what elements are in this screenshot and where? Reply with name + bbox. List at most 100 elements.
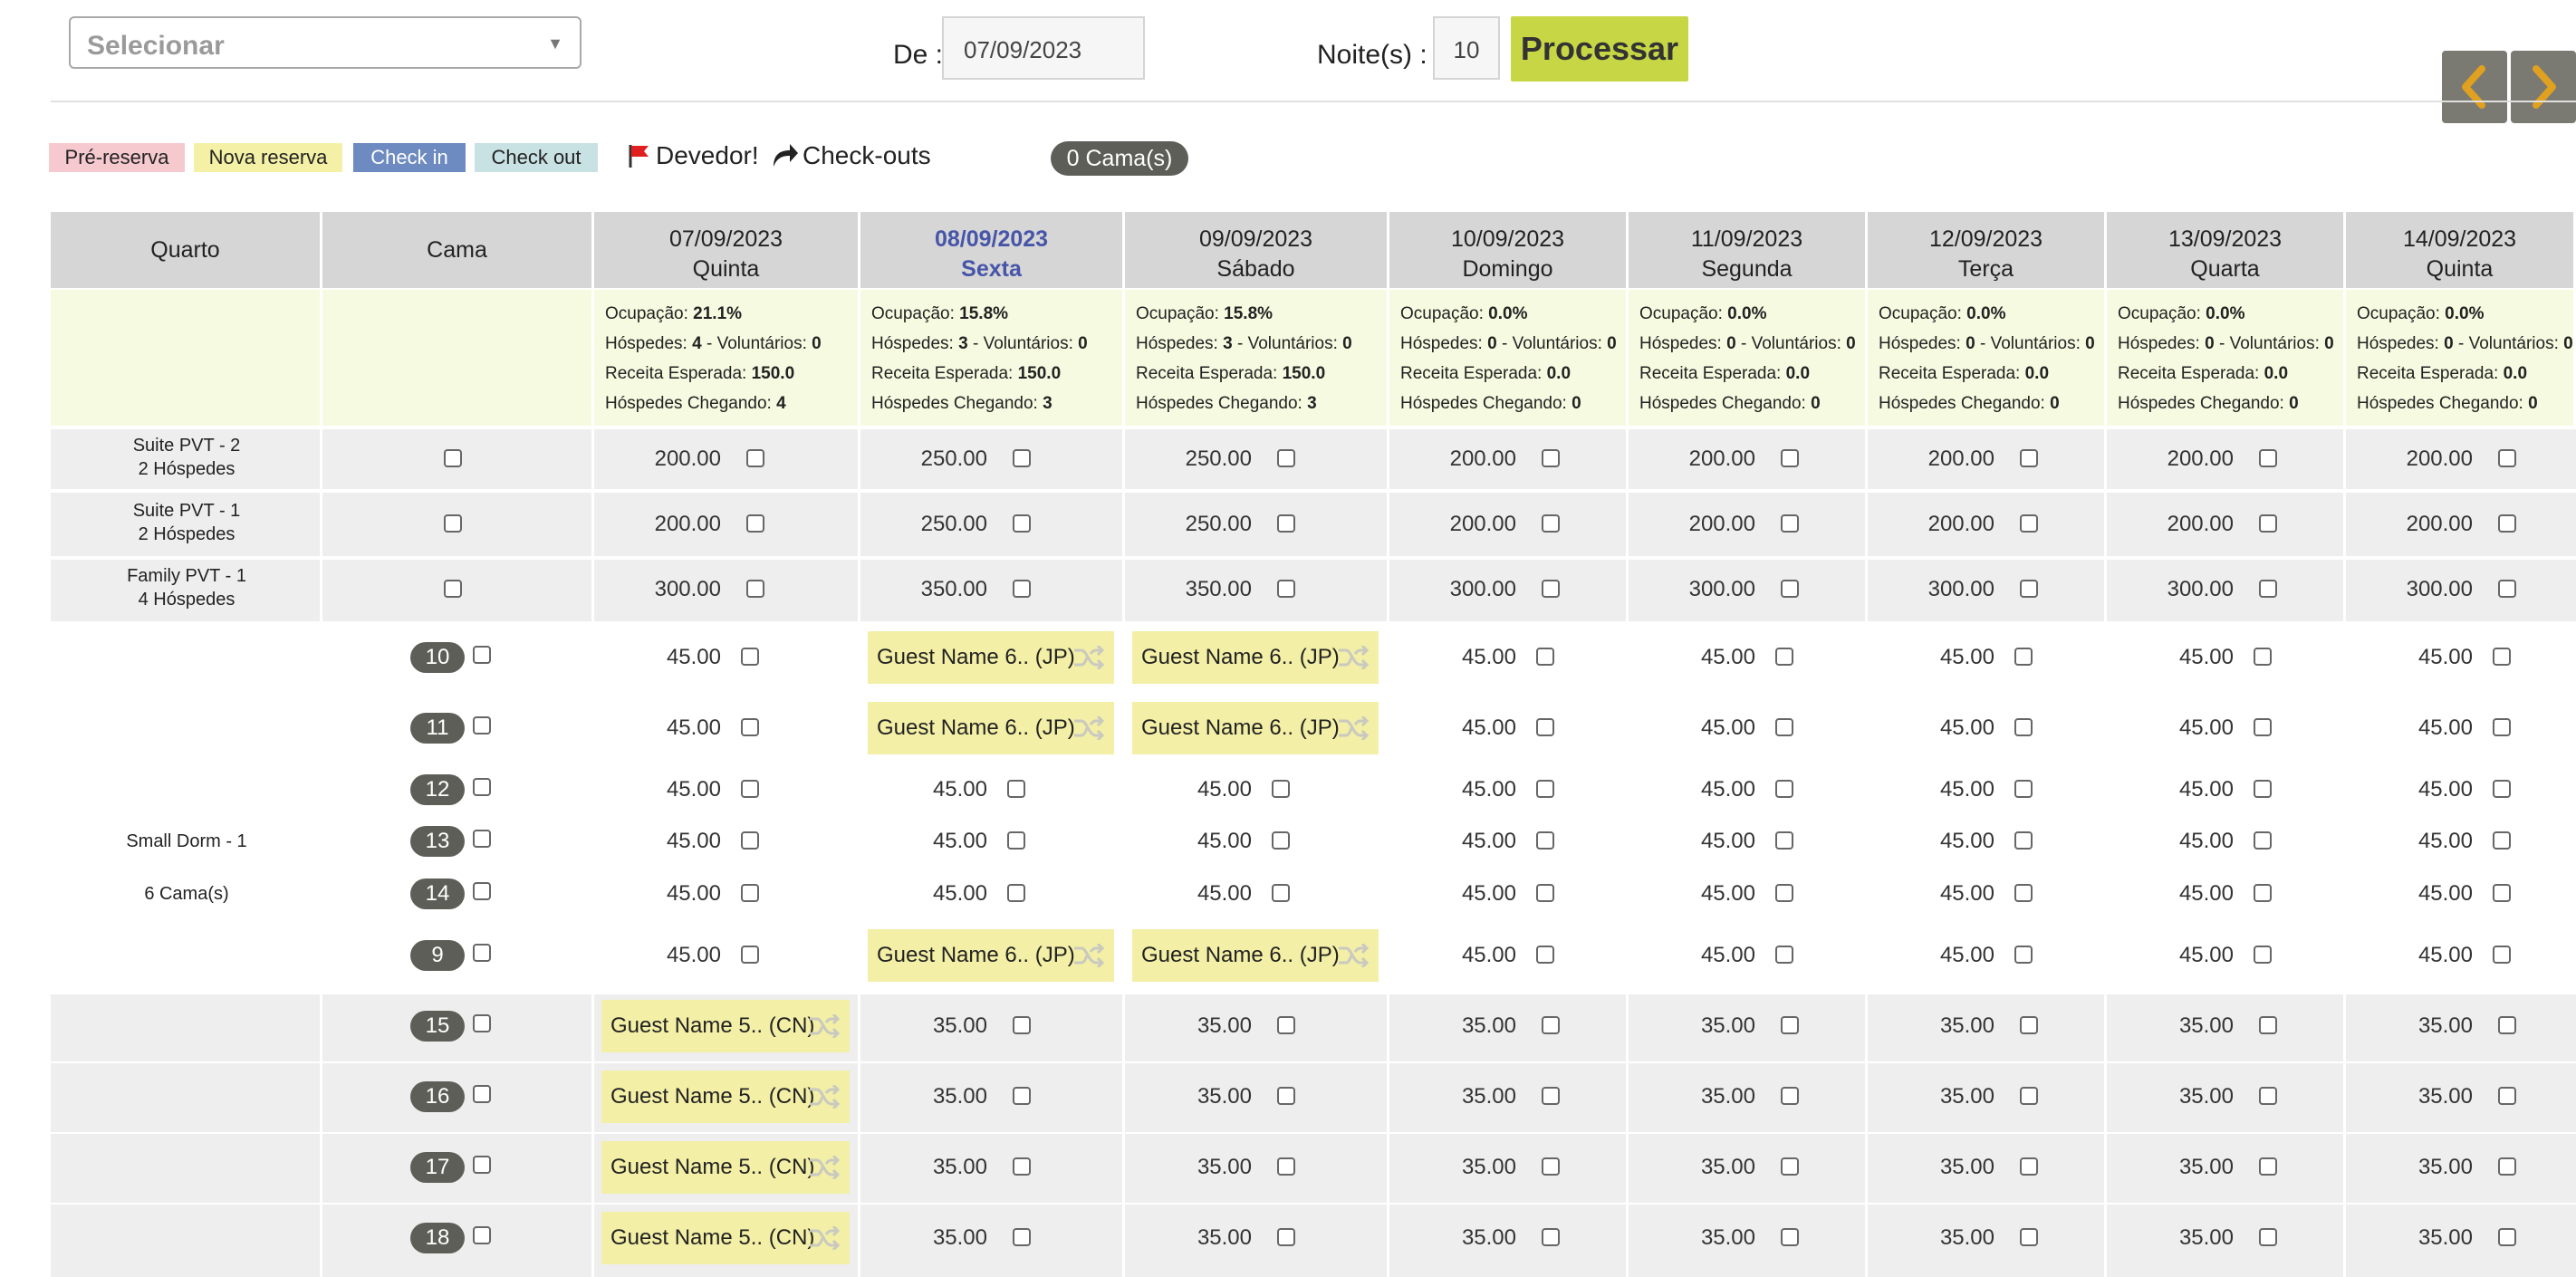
select-checkbox[interactable] [1013, 1228, 1031, 1246]
select-checkbox[interactable] [1775, 884, 1793, 902]
select-checkbox[interactable] [1277, 449, 1295, 467]
room-select-checkbox[interactable] [444, 580, 462, 598]
select-checkbox[interactable] [2498, 449, 2516, 467]
select-checkbox[interactable] [2493, 718, 2511, 736]
select-checkbox[interactable] [741, 648, 759, 666]
next-period-button[interactable] [2511, 51, 2576, 123]
select-checkbox[interactable] [1781, 580, 1799, 598]
select-checkbox[interactable] [2259, 580, 2277, 598]
select-checkbox[interactable] [1536, 648, 1554, 666]
select-checkbox[interactable] [1536, 884, 1554, 902]
select-checkbox[interactable] [1781, 449, 1799, 467]
select-checkbox[interactable] [1542, 449, 1560, 467]
bed-select-checkbox[interactable] [473, 882, 491, 900]
select-checkbox[interactable] [1781, 1228, 1799, 1246]
select-checkbox[interactable] [2498, 1087, 2516, 1105]
select-checkbox[interactable] [2020, 449, 2038, 467]
select-checkbox[interactable] [1536, 946, 1554, 964]
reservation-block[interactable]: Guest Name 5.. (CN) [601, 1000, 850, 1052]
bed-select-checkbox[interactable] [473, 1014, 491, 1032]
select-checkbox[interactable] [1277, 1228, 1295, 1246]
select-checkbox[interactable] [746, 580, 764, 598]
reservation-block[interactable]: Guest Name 6.. (JP) [1132, 929, 1379, 982]
select-checkbox[interactable] [2259, 1087, 2277, 1105]
room-type-select[interactable]: Selecionar ▼ [69, 16, 582, 69]
date-header[interactable]: 12/09/2023 Terça [1868, 212, 2104, 288]
select-checkbox[interactable] [2014, 780, 2033, 798]
select-checkbox[interactable] [1542, 1157, 1560, 1176]
room-select-checkbox[interactable] [444, 514, 462, 533]
date-header[interactable]: 11/09/2023 Segunda [1629, 212, 1865, 288]
select-checkbox[interactable] [1542, 514, 1560, 533]
select-checkbox[interactable] [741, 946, 759, 964]
select-checkbox[interactable] [2014, 884, 2033, 902]
bed-select-checkbox[interactable] [473, 778, 491, 796]
select-checkbox[interactable] [1013, 449, 1031, 467]
select-checkbox[interactable] [1272, 884, 1290, 902]
reservation-block[interactable]: Guest Name 6.. (JP) [1132, 702, 1379, 754]
reservation-block[interactable]: Guest Name 5.. (CN) [601, 1212, 850, 1264]
select-checkbox[interactable] [1272, 780, 1290, 798]
select-checkbox[interactable] [1277, 580, 1295, 598]
shuffle-icon[interactable] [808, 1085, 841, 1109]
start-date-input[interactable]: 07/09/2023 [942, 16, 1145, 80]
shuffle-icon[interactable] [1072, 944, 1105, 967]
select-checkbox[interactable] [1272, 831, 1290, 850]
select-checkbox[interactable] [1536, 831, 1554, 850]
processar-button[interactable]: Processar [1511, 16, 1688, 82]
select-checkbox[interactable] [1013, 1016, 1031, 1034]
date-header[interactable]: 09/09/2023 Sábado [1125, 212, 1387, 288]
select-checkbox[interactable] [1781, 1016, 1799, 1034]
select-checkbox[interactable] [2020, 1228, 2038, 1246]
select-checkbox[interactable] [2014, 831, 2033, 850]
select-checkbox[interactable] [2259, 449, 2277, 467]
select-checkbox[interactable] [2498, 1016, 2516, 1034]
shuffle-icon[interactable] [808, 1156, 841, 1179]
bed-select-checkbox[interactable] [473, 830, 491, 848]
select-checkbox[interactable] [2254, 884, 2272, 902]
select-checkbox[interactable] [2014, 718, 2033, 736]
shuffle-icon[interactable] [1337, 646, 1370, 669]
bed-select-checkbox[interactable] [473, 716, 491, 735]
reservation-block[interactable]: Guest Name 5.. (CN) [601, 1141, 850, 1194]
prev-period-button[interactable] [2442, 51, 2507, 123]
date-header[interactable]: 10/09/2023 Domingo [1389, 212, 1626, 288]
select-checkbox[interactable] [2020, 514, 2038, 533]
shuffle-icon[interactable] [1337, 944, 1370, 967]
select-checkbox[interactable] [2498, 1228, 2516, 1246]
room-select-checkbox[interactable] [444, 449, 462, 467]
bed-select-checkbox[interactable] [473, 1085, 491, 1103]
select-checkbox[interactable] [2020, 1157, 2038, 1176]
select-checkbox[interactable] [2254, 718, 2272, 736]
select-checkbox[interactable] [1775, 718, 1793, 736]
select-checkbox[interactable] [1007, 780, 1025, 798]
select-checkbox[interactable] [741, 884, 759, 902]
shuffle-icon[interactable] [808, 1226, 841, 1250]
select-checkbox[interactable] [2259, 1016, 2277, 1034]
select-checkbox[interactable] [1775, 648, 1793, 666]
select-checkbox[interactable] [1542, 1087, 1560, 1105]
select-checkbox[interactable] [2259, 514, 2277, 533]
select-checkbox[interactable] [2493, 780, 2511, 798]
shuffle-icon[interactable] [808, 1014, 841, 1038]
select-checkbox[interactable] [746, 449, 764, 467]
checkouts-link[interactable]: Check-outs [803, 139, 931, 172]
shuffle-icon[interactable] [1337, 716, 1370, 740]
reservation-block[interactable]: Guest Name 6.. (JP) [868, 631, 1114, 684]
date-header[interactable]: 14/09/2023 Quinta [2346, 212, 2573, 288]
select-checkbox[interactable] [1775, 831, 1793, 850]
select-checkbox[interactable] [741, 780, 759, 798]
select-checkbox[interactable] [2493, 884, 2511, 902]
select-checkbox[interactable] [1013, 1087, 1031, 1105]
select-checkbox[interactable] [2498, 1157, 2516, 1176]
select-checkbox[interactable] [1277, 1157, 1295, 1176]
select-checkbox[interactable] [1542, 1016, 1560, 1034]
select-checkbox[interactable] [2254, 780, 2272, 798]
select-checkbox[interactable] [1775, 780, 1793, 798]
reservation-block[interactable]: Guest Name 5.. (CN) [601, 1071, 850, 1123]
select-checkbox[interactable] [1542, 580, 1560, 598]
share-arrow-icon[interactable] [770, 141, 799, 168]
bed-select-checkbox[interactable] [473, 1156, 491, 1174]
shuffle-icon[interactable] [1072, 646, 1105, 669]
reservation-block[interactable]: Guest Name 6.. (JP) [868, 702, 1114, 754]
